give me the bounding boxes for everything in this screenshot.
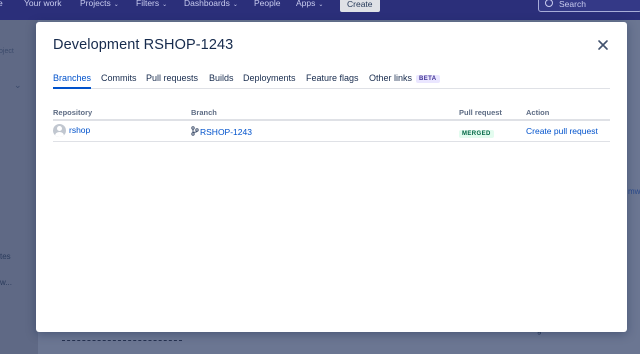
- nav-your-work[interactable]: Your work: [24, 0, 61, 20]
- development-dialog: Development RSHOP-1243 Branches Commits …: [36, 22, 627, 332]
- nav-dashboards[interactable]: Dashboards ⌄: [184, 0, 238, 20]
- sidebar-fragment: tes: [0, 252, 11, 261]
- nav-projects[interactable]: Projects ⌄: [80, 0, 119, 20]
- top-navigation-bar: e Your work Projects ⌄ Filters ⌄ Dashboard…: [0, 0, 640, 20]
- column-header-branch: Branch: [191, 108, 217, 117]
- chevron-down-icon: ⌄: [232, 2, 238, 8]
- dialog-title: Development RSHOP-1243: [53, 37, 234, 53]
- branch-cell: RSHOP-1243: [191, 126, 252, 137]
- repository-cell: rshop: [53, 124, 90, 137]
- tab-pull-requests[interactable]: Pull requests: [146, 73, 198, 89]
- chevron-down-icon: ⌄: [162, 2, 168, 8]
- close-icon: [598, 40, 608, 50]
- chevron-down-icon: ⌄: [14, 80, 22, 90]
- tab-feature-flags[interactable]: Feature flags: [306, 73, 359, 89]
- table-header: Repository Branch Pull request Action: [53, 106, 610, 121]
- repository-link[interactable]: rshop: [69, 125, 90, 135]
- tab-branches[interactable]: Branches: [53, 73, 92, 89]
- nav-filters[interactable]: Filters ⌄: [136, 0, 167, 20]
- search-input[interactable]: Search: [538, 0, 640, 12]
- repository-avatar: [53, 124, 66, 137]
- tab-deployments[interactable]: Deployments: [243, 73, 296, 89]
- tab-bar: Branches Commits Pull requests Builds De…: [53, 73, 610, 89]
- create-pull-request-link[interactable]: Create pull request: [526, 126, 598, 136]
- table-row: rshop RSHOP-1243 MERGED Create pull requ…: [53, 121, 610, 142]
- tab-commits[interactable]: Commits: [101, 73, 137, 89]
- sidebar-fragment: w...: [0, 278, 13, 287]
- nav-apps[interactable]: Apps ⌄: [296, 0, 323, 20]
- background-divider: [62, 340, 182, 341]
- branch-icon: [191, 126, 199, 136]
- merged-status-badge: MERGED: [459, 130, 494, 138]
- branches-table: Repository Branch Pull request Action rs…: [53, 106, 610, 142]
- create-button[interactable]: Create: [340, 0, 380, 12]
- chevron-down-icon: ⌄: [113, 2, 119, 8]
- tab-other-links[interactable]: Other links BETA: [369, 73, 440, 89]
- beta-badge: BETA: [416, 75, 440, 83]
- background-link-fragment: mw: [628, 187, 640, 196]
- left-sidebar: [0, 20, 38, 354]
- tab-builds[interactable]: Builds: [209, 73, 234, 89]
- column-header-pull-request: Pull request: [459, 108, 502, 117]
- chevron-down-icon: ⌄: [318, 2, 324, 8]
- column-header-repository: Repository: [53, 108, 93, 117]
- nav-people[interactable]: People: [254, 0, 280, 20]
- sidebar-fragment: oject: [0, 48, 14, 55]
- column-header-action: Action: [526, 108, 550, 117]
- nav-logo-fragment: e: [0, 0, 3, 8]
- close-button[interactable]: [596, 38, 610, 52]
- pull-request-cell: MERGED: [459, 127, 494, 138]
- search-icon: [545, 0, 553, 7]
- branch-link[interactable]: RSHOP-1243: [200, 127, 252, 137]
